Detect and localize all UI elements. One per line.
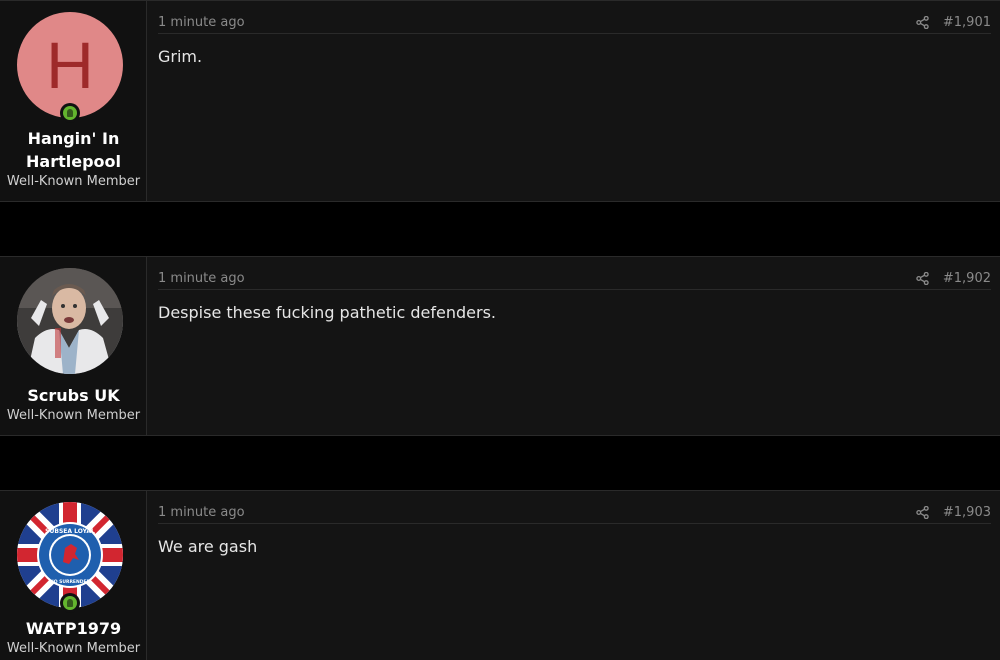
share-icon[interactable] — [916, 272, 929, 285]
username[interactable]: Scrubs UK — [0, 384, 147, 407]
post-number-link[interactable]: #1,902 — [943, 271, 991, 286]
post-1902: Scrubs UK Well-Known Member 1 minute ago… — [0, 256, 1000, 436]
user-title: Well-Known Member — [6, 174, 141, 189]
post-message: Grim. — [158, 47, 203, 66]
post-content: 1 minute ago #1,903 We are gash — [147, 491, 1000, 660]
post-time[interactable]: 1 minute ago — [158, 505, 245, 520]
avatar[interactable] — [17, 268, 123, 374]
post-meta: 1 minute ago #1,902 — [158, 268, 991, 290]
post-1901: H Hangin' In Hartlepool Well-Known Membe… — [0, 0, 1000, 202]
post-content: 1 minute ago #1,901 Grim. — [147, 1, 1000, 201]
username[interactable]: WATP1979 — [0, 617, 147, 640]
user-cell: H Hangin' In Hartlepool Well-Known Membe… — [0, 1, 147, 201]
post-meta: 1 minute ago #1,901 — [158, 12, 991, 34]
share-icon[interactable] — [916, 16, 929, 29]
post-time[interactable]: 1 minute ago — [158, 15, 245, 30]
badge-text-bottom: NO SURRENDER — [50, 579, 91, 585]
post-message: We are gash — [158, 537, 258, 556]
post-number-link[interactable]: #1,903 — [943, 505, 991, 520]
post-number-link[interactable]: #1,901 — [943, 15, 991, 30]
post-meta: 1 minute ago #1,903 — [158, 502, 991, 524]
user-cell: Scrubs UK Well-Known Member — [0, 257, 147, 435]
post-time[interactable]: 1 minute ago — [158, 271, 245, 286]
user-cell: SUBSEA LOYAL NO SURRENDER WATP1979 Well-… — [0, 491, 147, 660]
username[interactable]: Hangin' In Hartlepool — [0, 127, 147, 173]
online-status-icon — [60, 103, 80, 123]
online-status-icon — [60, 593, 80, 613]
post-1903: SUBSEA LOYAL NO SURRENDER WATP1979 Well-… — [0, 490, 1000, 660]
post-message: Despise these fucking pathetic defenders… — [158, 303, 496, 322]
user-title: Well-Known Member — [6, 408, 141, 423]
avatar-photo-image — [17, 268, 123, 374]
post-content: 1 minute ago #1,902 Despise these fuckin… — [147, 257, 1000, 435]
badge-text-top: SUBSEA LOYAL — [45, 528, 95, 535]
share-icon[interactable] — [916, 506, 929, 519]
user-title: Well-Known Member — [6, 641, 141, 656]
